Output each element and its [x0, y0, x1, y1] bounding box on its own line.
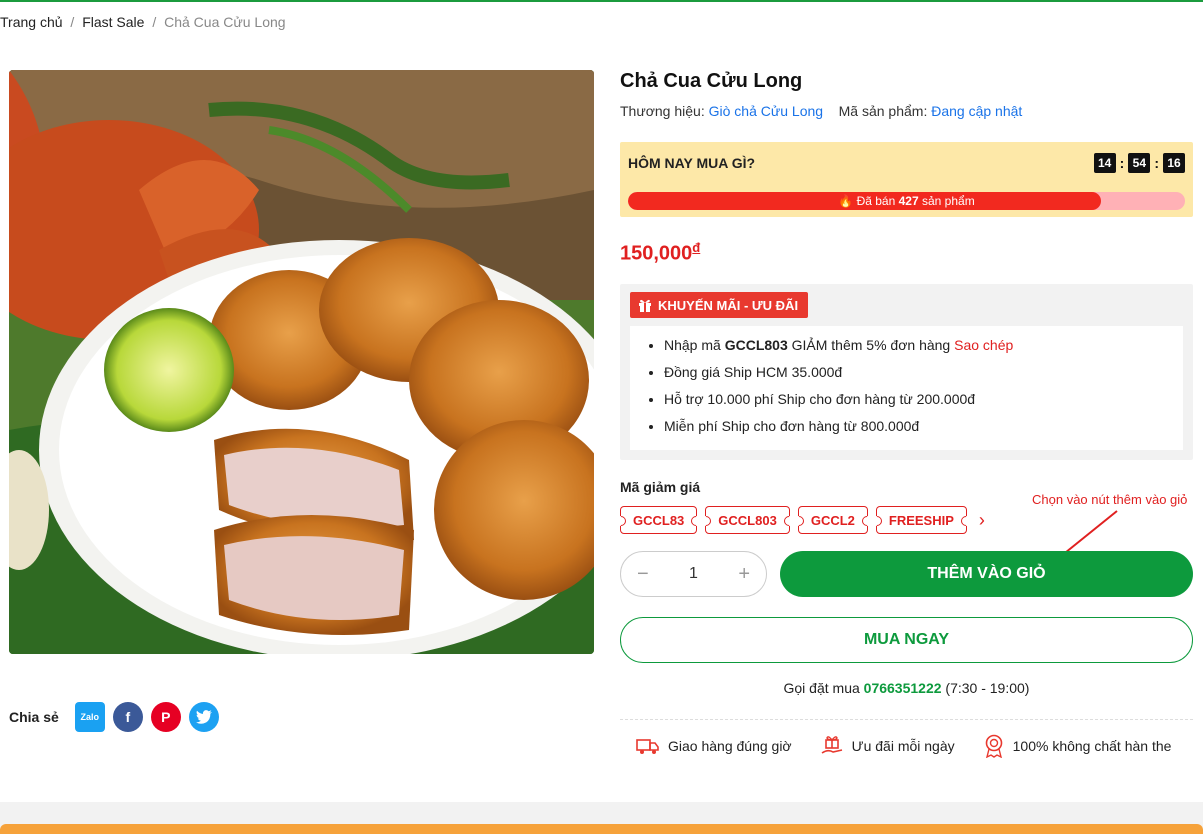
call-to-order: Gọi đặt mua 0766351222 (7:30 - 19:00): [620, 680, 1193, 696]
timer-seconds: 16: [1163, 153, 1185, 173]
benefits-bar: Giao hàng đúng giờ Ưu đãi mỗi ngày 100% …: [636, 734, 1171, 758]
gift-hand-icon: [821, 736, 842, 754]
product-meta: Thương hiệu: Giò chả Cửu Long Mã sản phẩ…: [620, 103, 1022, 119]
promotion-list: Nhập mã GCCL803 GIẢM thêm 5% đơn hàng Sa…: [630, 326, 1183, 450]
promotion-box: KHUYẾN MÃI - ƯU ĐÃI Nhập mã GCCL803 GIẢM…: [620, 284, 1193, 460]
promotion-badge: KHUYẾN MÃI - ƯU ĐÃI: [630, 292, 809, 318]
breadcrumb-category[interactable]: Flast Sale: [82, 14, 144, 30]
twitter-icon[interactable]: [188, 702, 219, 732]
coupon-chip[interactable]: GCCL803: [705, 506, 790, 534]
coupon-list: GCCL83 GCCL803 GCCL2 FREESHIP ›: [620, 506, 985, 534]
timer-separator: :: [1119, 155, 1125, 171]
timer-minutes: 54: [1128, 153, 1151, 173]
price-currency: đ: [692, 240, 701, 255]
share-label: Chia sẻ: [9, 709, 59, 725]
add-to-cart-button[interactable]: THÊM VÀO GIỎ: [780, 551, 1193, 597]
copy-code-link[interactable]: Sao chép: [954, 337, 1013, 353]
footer-accent-bar: [0, 824, 1203, 834]
phone-number[interactable]: 0766351222: [864, 680, 942, 696]
brand-link[interactable]: Giò chả Cửu Long: [709, 103, 823, 119]
coupon-chip[interactable]: GCCL83: [620, 506, 698, 534]
flash-sale-heading: HÔM NAY MUA GÌ?: [628, 155, 756, 171]
sold-progress-text: 🔥 Đã bán 427 sản phẩm: [628, 192, 1185, 210]
timer-separator: :: [1154, 155, 1159, 171]
promotion-item: Miễn phí Ship cho đơn hàng từ 800.000đ: [664, 413, 1183, 440]
price-value: 150,000: [620, 242, 693, 265]
sold-count: 427: [898, 194, 919, 208]
divider: [620, 719, 1193, 720]
sold-suffix: sản phẩm: [922, 194, 975, 208]
increase-button[interactable]: +: [738, 563, 750, 586]
pinterest-icon-text: P: [161, 709, 171, 725]
product-price: 150,000đ: [620, 240, 700, 266]
zalo-icon-text: Zalo: [80, 712, 100, 722]
flash-sale-box: HÔM NAY MUA GÌ? 14 : 54 : 16 🔥 Đã bán 42…: [620, 142, 1193, 217]
promo-text: GIẢM thêm 5% đơn hàng: [791, 337, 951, 353]
promo-text: Nhập mã: [664, 337, 721, 353]
promotion-badge-label: KHUYẾN MÃI - ƯU ĐÃI: [658, 297, 799, 313]
promotion-item: Hỗ trợ 10.000 phí Ship cho đơn hàng từ 2…: [664, 386, 1183, 413]
award-badge-icon: [985, 734, 1002, 758]
benefit-label: 100% không chất hàn the: [1012, 738, 1172, 754]
sold-progress-bar: 🔥 Đã bán 427 sản phẩm: [628, 192, 1185, 210]
coupon-chip[interactable]: FREESHIP: [875, 506, 967, 534]
product-detail: Chia sẻ Zalo f P Chả Cua Cửu Long Thương…: [0, 54, 1203, 802]
benefit-label: Giao hàng đúng giờ: [668, 738, 792, 754]
decrease-button[interactable]: −: [637, 563, 649, 586]
countdown-timer: 14 : 54 : 16: [1093, 153, 1185, 173]
benefit-label: Ưu đãi mỗi ngày: [851, 738, 955, 754]
product-image[interactable]: [9, 70, 594, 654]
benefit-delivery: Giao hàng đúng giờ: [636, 736, 792, 756]
pinterest-icon[interactable]: P: [150, 702, 181, 732]
sku-label: Mã sản phẩm:: [838, 103, 928, 119]
facebook-icon-text: f: [125, 709, 131, 725]
product-title: Chả Cua Cửu Long: [620, 70, 803, 92]
brand-label: Thương hiệu:: [620, 103, 705, 119]
buy-now-button[interactable]: MUA NGAY: [620, 617, 1193, 663]
delivery-truck-icon: [636, 739, 659, 754]
promotion-item: Đồng giá Ship HCM 35.000đ: [664, 359, 1183, 386]
benefit-quality: 100% không chất hàn the: [983, 734, 1172, 758]
sku-value: Đang cập nhật: [931, 103, 1023, 119]
annotation-text: Chọn vào nút thêm vào giỏ: [1032, 492, 1188, 507]
gift-icon: [639, 299, 651, 312]
promo-code: GCCL803: [724, 337, 788, 353]
timer-hours: 14: [1093, 153, 1116, 173]
breadcrumb-home[interactable]: Trang chủ: [0, 14, 63, 30]
zalo-icon[interactable]: Zalo: [74, 702, 105, 732]
coupon-chip[interactable]: GCCL2: [797, 506, 868, 534]
share-bar: Chia sẻ Zalo f P: [9, 702, 219, 732]
quantity-value[interactable]: 1: [689, 565, 698, 583]
breadcrumb-current: Chả Cua Cửu Long: [164, 14, 286, 30]
benefit-daily-deal: Ưu đãi mỗi ngày: [820, 735, 955, 757]
quantity-stepper: − 1 +: [620, 551, 767, 597]
chevron-right-icon[interactable]: ›: [975, 510, 985, 531]
facebook-icon[interactable]: f: [112, 702, 143, 732]
breadcrumb-separator: /: [152, 14, 157, 30]
promotion-item: Nhập mã GCCL803 GIẢM thêm 5% đơn hàng Sa…: [664, 332, 1183, 359]
sold-prefix: 🔥 Đã bán: [838, 194, 896, 208]
coupon-label: Mã giảm giá: [620, 479, 701, 495]
call-hours: (7:30 - 19:00): [945, 680, 1030, 696]
breadcrumb: Trang chủ / Flast Sale / Chả Cua Cửu Lon…: [0, 2, 1203, 54]
breadcrumb-separator: /: [70, 14, 75, 30]
call-prefix: Gọi đặt mua: [783, 680, 860, 696]
